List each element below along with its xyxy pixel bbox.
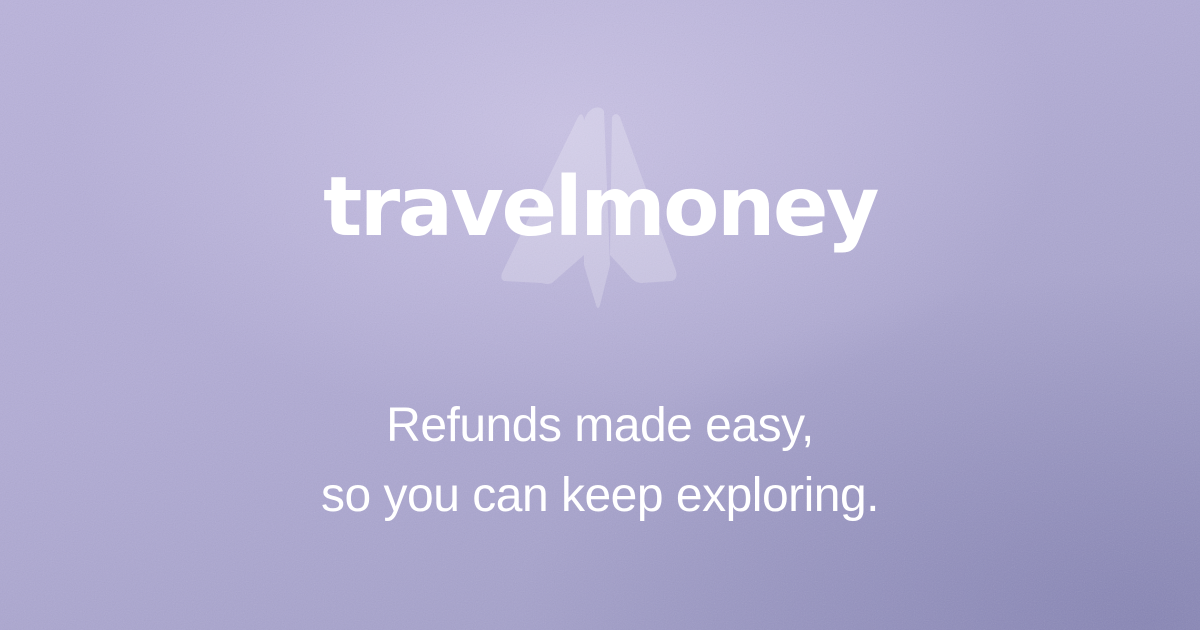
brand-wordmark: travelmoney — [323, 160, 879, 255]
tagline-line-1: Refunds made easy, — [386, 399, 814, 452]
hero-banner: travelmoney Refunds made easy, so you ca… — [0, 0, 1200, 630]
tagline-line-2: so you can keep exploring. — [320, 469, 880, 522]
noise-texture — [0, 0, 1200, 630]
